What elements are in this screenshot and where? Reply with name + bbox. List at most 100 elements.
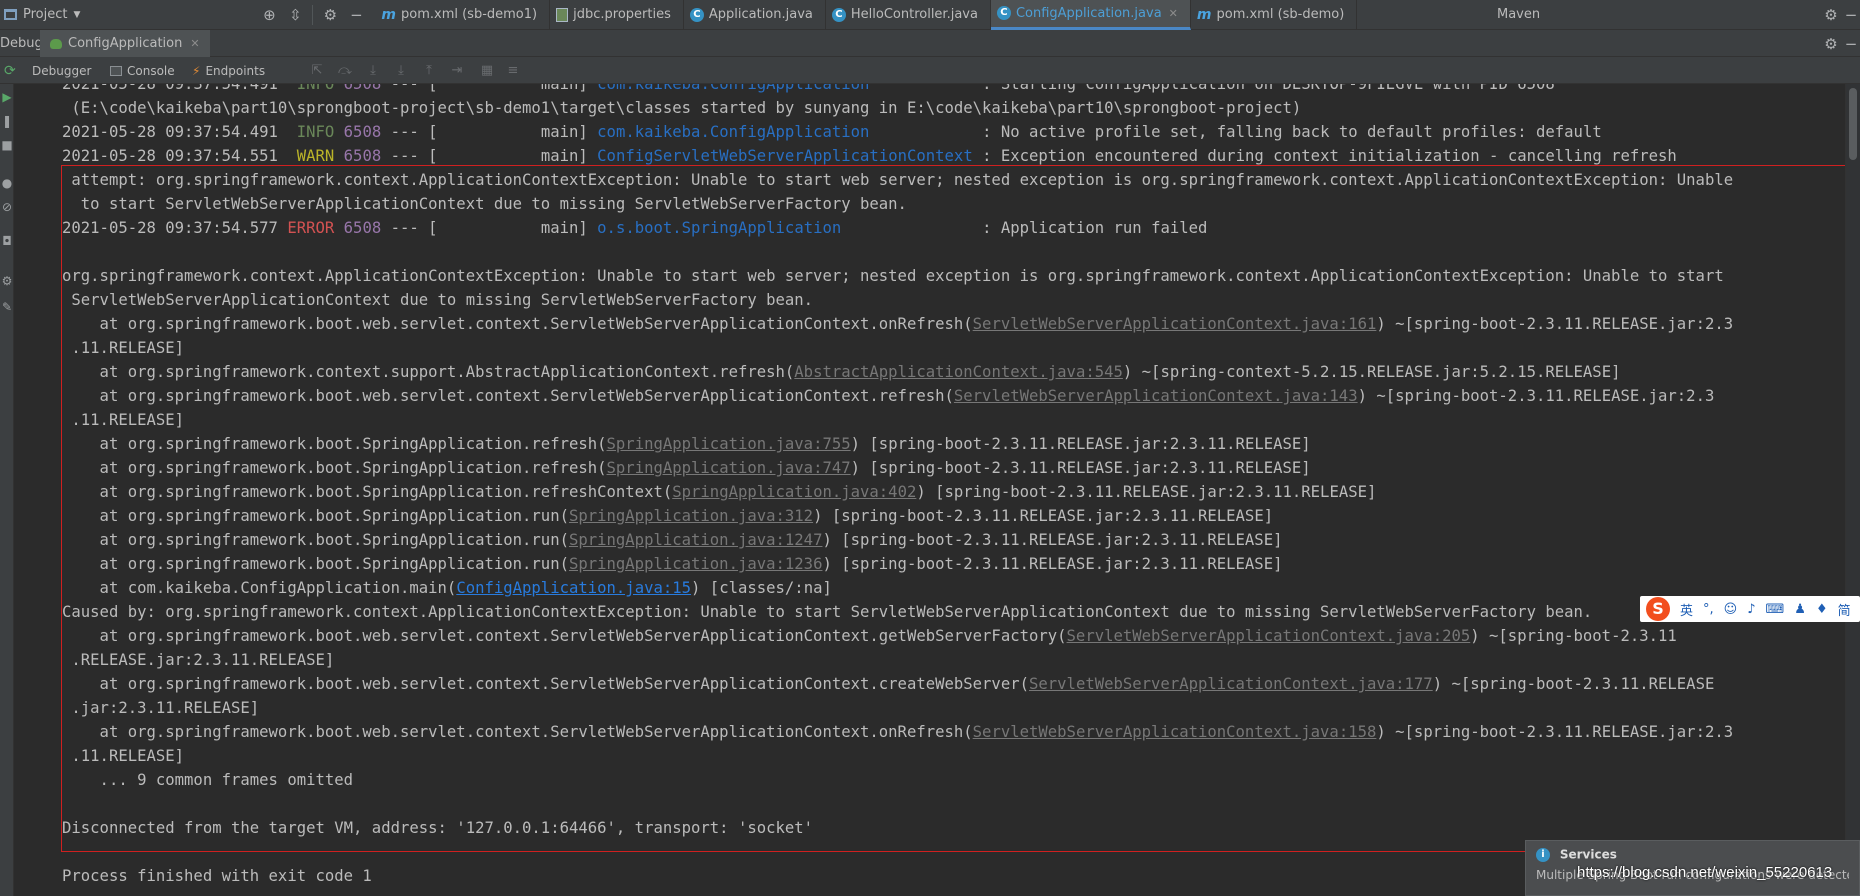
console-text: .11.RELEASE] — [62, 747, 185, 765]
console-text: ) [classes/:na] — [691, 579, 832, 597]
mute-breakpoints-icon[interactable]: ⊘ — [0, 200, 13, 214]
close-icon[interactable]: ✕ — [1169, 7, 1178, 20]
skin-icon[interactable]: ♦ — [1816, 602, 1828, 617]
step-out-icon[interactable]: ⤒ — [418, 57, 440, 84]
source-link[interactable]: SpringApplication.java:402 — [672, 483, 916, 501]
console-text: 2021-05-28 09:37:54.491 — [62, 123, 297, 141]
debug-session-label: ConfigApplication — [68, 36, 183, 51]
settings-gear-icon[interactable]: ⚙ — [0, 274, 13, 288]
console-text: at org.springframework.context.support.A… — [62, 363, 795, 381]
run-to-cursor-icon[interactable]: ⇥ — [446, 57, 468, 84]
editor-tab[interactable]: C HelloController.java — [826, 0, 991, 30]
debug-hide-icon[interactable]: − — [1838, 30, 1860, 57]
console-line: .11.RELEASE] — [62, 408, 1733, 432]
pin-icon[interactable]: ✎ — [0, 300, 13, 314]
emoji-icon[interactable]: ☺ — [1724, 602, 1738, 617]
editor-tab-label: jdbc.properties — [573, 7, 671, 22]
endpoints-tab[interactable]: ⚡ Endpoints — [192, 57, 265, 84]
console-line: at org.springframework.boot.web.servlet.… — [62, 672, 1733, 696]
source-link[interactable]: ServletWebServerApplicationContext.java:… — [973, 315, 1377, 333]
editor-tab[interactable]: jdbc.properties — [550, 0, 684, 30]
java-class-icon: C — [831, 7, 846, 22]
console-text: 6508 — [343, 84, 382, 93]
console-text: Caused by: org.springframework.context.A… — [62, 603, 1593, 621]
console-scrollbar[interactable] — [1845, 84, 1860, 896]
locate-target-icon[interactable]: ⊕ — [256, 0, 282, 30]
force-step-into-icon[interactable]: ⤓ — [390, 57, 412, 84]
console-text: 2021-05-28 09:37:54.577 — [62, 219, 288, 237]
maven-hide-icon[interactable]: − — [1838, 0, 1860, 30]
settings-gear-icon[interactable]: ⚙ — [317, 0, 343, 30]
editor-tab-label: Application.java — [708, 7, 813, 22]
source-link[interactable]: AbstractApplicationContext.java:545 — [794, 363, 1123, 381]
close-icon[interactable]: ✕ — [190, 37, 199, 50]
java-class-icon: C — [689, 7, 704, 22]
debugger-tab-label: Debugger — [32, 63, 92, 78]
collapse-expand-icon[interactable]: ⇳ — [282, 0, 308, 30]
microphone-icon[interactable]: ♪ — [1747, 602, 1755, 617]
show-execution-point-icon[interactable]: ⇱ — [306, 57, 328, 84]
source-link[interactable]: ServletWebServerApplicationContext.java:… — [954, 387, 1358, 405]
console-line: 2021-05-28 09:37:54.551 WARN 6508 --- [ … — [62, 144, 1733, 168]
resume-icon[interactable]: ▶ — [0, 90, 13, 104]
editor-tab-label: pom.xml (sb-demo) — [1216, 7, 1345, 22]
editor-tab[interactable]: m pom.xml (sb-demo) — [1191, 0, 1358, 30]
console-line: org.springframework.context.ApplicationC… — [62, 264, 1733, 288]
hide-panel-icon[interactable]: − — [343, 0, 369, 30]
ime-toolbar[interactable]: S 英 °, ☺ ♪ ⌨ ♟ ♦ 简 — [1640, 596, 1860, 622]
debugger-tab[interactable]: Debugger — [32, 57, 91, 84]
source-link[interactable]: SpringApplication.java:755 — [607, 435, 851, 453]
editor-tab[interactable]: C ConfigApplication.java ✕ — [990, 0, 1191, 30]
console-text: ) ~[spring-boot-2.3.11.RELEASE — [1432, 675, 1715, 693]
punctuation-icon[interactable]: °, — [1703, 602, 1714, 617]
step-into-icon[interactable]: ⤓ — [362, 57, 384, 84]
notification-title: Services — [1559, 847, 1617, 862]
console-line: ServletWebServerApplicationContext due t… — [62, 288, 1733, 312]
console-text: at org.springframework.boot.SpringApplic… — [62, 555, 569, 573]
console-text: at org.springframework.boot.web.servlet.… — [62, 675, 1029, 693]
source-link[interactable]: SpringApplication.java:747 — [607, 459, 851, 477]
ime-simplified[interactable]: 简 — [1838, 600, 1851, 619]
maven-panel-title[interactable]: Maven — [1495, 0, 1540, 30]
evaluate-expression-icon[interactable]: ▦ — [476, 57, 498, 84]
editor-tab[interactable]: m pom.xml (sb-demo1) — [375, 0, 551, 30]
console-text: WARN — [296, 147, 335, 165]
console-text: ) ~[spring-boot-2.3.11.RELEASE.jar:2.3 — [1357, 387, 1715, 405]
keyboard-icon[interactable]: ⌨ — [1766, 602, 1785, 617]
source-link[interactable]: SpringApplication.java:1236 — [569, 555, 822, 573]
console-text: at org.springframework.boot.SpringApplic… — [62, 483, 673, 501]
source-link[interactable]: SpringApplication.java:312 — [569, 507, 813, 525]
console-text: org.springframework.context.ApplicationC… — [62, 267, 1724, 285]
scrollbar-thumb[interactable] — [1849, 88, 1857, 160]
source-link[interactable]: ConfigApplication.java:15 — [456, 579, 691, 597]
console-line: at org.springframework.boot.web.servlet.… — [62, 624, 1733, 648]
source-link[interactable]: ServletWebServerApplicationContext.java:… — [973, 723, 1377, 741]
console-text: ) [spring-boot-2.3.11.RELEASE.jar:2.3.11… — [916, 483, 1377, 501]
ime-language[interactable]: 英 — [1680, 600, 1693, 619]
console-tab[interactable]: Console — [110, 57, 175, 84]
console-line: 2021-05-28 09:37:54.577 ERROR 6508 --- [… — [62, 216, 1733, 240]
console-line: 2021-05-28 09:37:54.491 INFO 6508 --- [ … — [62, 120, 1733, 144]
debug-session-tab[interactable]: ConfigApplication ✕ — [40, 30, 210, 57]
view-breakpoints-icon[interactable]: ● — [0, 176, 13, 190]
step-over-icon[interactable]: ⤼ — [334, 57, 356, 84]
console-text: ) ~[spring-context-5.2.15.RELEASE.jar:5.… — [1122, 363, 1621, 381]
project-view-selector[interactable]: Project ▼ — [0, 0, 88, 30]
editor-tab[interactable]: C Application.java — [684, 0, 826, 30]
console-output[interactable]: 2021-05-28 09:37:54.491 INFO 6508 --- [ … — [15, 84, 1845, 896]
trace-icon[interactable]: ≡ — [502, 57, 524, 84]
user-icon[interactable]: ♟ — [1794, 602, 1806, 617]
source-link[interactable]: ServletWebServerApplicationContext.java:… — [1029, 675, 1433, 693]
pause-icon[interactable]: ❚ — [0, 114, 13, 128]
camera-icon[interactable]: ◘ — [0, 234, 13, 248]
divider — [312, 4, 314, 25]
source-link[interactable]: ServletWebServerApplicationContext.java:… — [1067, 627, 1471, 645]
rerun-icon[interactable]: ⟳ — [4, 57, 16, 84]
stop-icon[interactable]: ■ — [0, 138, 13, 152]
console-text: .jar:2.3.11.RELEASE] — [62, 699, 260, 717]
source-link[interactable]: SpringApplication.java:1247 — [569, 531, 822, 549]
console-text: at org.springframework.boot.SpringApplic… — [62, 459, 607, 477]
